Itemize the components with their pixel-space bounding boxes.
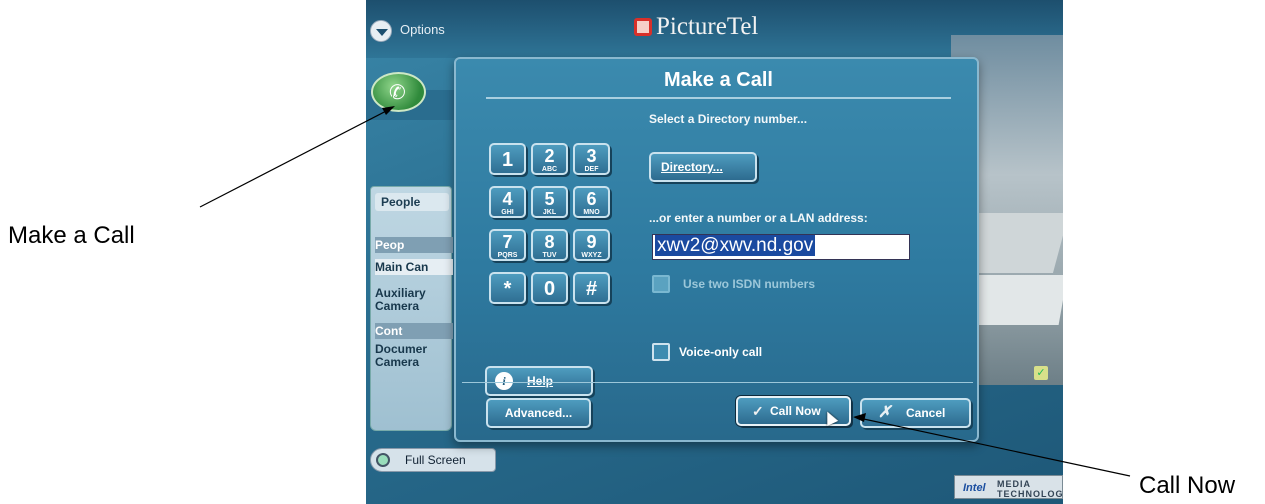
intel-logo-text: Intel: [963, 482, 986, 494]
keypad-key-7[interactable]: 7 PQRS: [489, 229, 526, 261]
keypad-key-hash[interactable]: #: [573, 272, 610, 304]
check-icon: ✓: [1034, 366, 1048, 380]
dialog-title: Make a Call: [664, 69, 773, 91]
key-letters: JKL: [542, 209, 557, 216]
bottom-divider: [462, 382, 973, 383]
key-digit: 5: [544, 189, 555, 209]
keypad-key-4[interactable]: 4 GHI: [489, 186, 526, 218]
directory-button-label: Directory...: [661, 160, 723, 174]
title-divider: [486, 97, 951, 99]
conference-table-image-2: [966, 275, 1063, 325]
use-two-isdn-label: Use two ISDN numbers: [683, 277, 816, 291]
picturetel-logo-icon: [634, 18, 652, 36]
options-menu-label[interactable]: Options: [400, 22, 445, 37]
key-digit: #: [585, 278, 598, 300]
keypad-key-5[interactable]: 5 JKL: [531, 186, 568, 218]
auxiliary-camera-item[interactable]: Auxiliary Camera: [375, 287, 435, 313]
key-digit: 3: [586, 146, 597, 166]
key-digit: 8: [544, 232, 555, 252]
key-letters: PQRS: [497, 252, 518, 259]
advanced-button[interactable]: Advanced...: [486, 398, 591, 428]
voice-only-checkbox[interactable]: [652, 343, 670, 361]
key-digit: 6: [586, 189, 597, 209]
key-digit: 9: [586, 232, 597, 252]
key-digit: 7: [502, 232, 513, 252]
annotation-make-a-call: Make a Call: [8, 222, 135, 249]
address-prompt: ...or enter a number or a LAN address:: [649, 211, 868, 225]
annotation-call-now: Call Now: [1139, 472, 1236, 499]
cancel-button[interactable]: ✗ Cancel: [860, 398, 971, 428]
key-letters: DEF: [584, 166, 599, 173]
make-call-phone-icon[interactable]: ✆: [371, 72, 426, 112]
picturetel-screen: Options PictureTel ✓ ✆ People Peop Main …: [366, 0, 1063, 504]
address-input-value: xwv2@xwv.nd.gov: [655, 235, 816, 256]
use-two-isdn-checkbox[interactable]: [652, 275, 670, 293]
key-letters: MNO: [583, 209, 600, 216]
key-digit: 0: [543, 278, 556, 300]
help-button[interactable]: i Help: [485, 366, 593, 396]
radio-icon: [376, 453, 390, 467]
keypad-key-star[interactable]: *: [489, 272, 526, 304]
document-camera-item[interactable]: Documer Camera: [375, 343, 435, 369]
keypad-key-0[interactable]: 0: [531, 272, 568, 304]
key-letters: ABC: [541, 166, 558, 173]
x-icon: ✗: [878, 404, 892, 421]
key-letters: GHI: [501, 209, 514, 216]
full-screen-button[interactable]: Full Screen: [370, 448, 496, 472]
people-panel: People Peop Main Can Auxiliary Camera Co…: [370, 186, 453, 431]
key-digit: *: [503, 278, 512, 300]
intel-media-badge: Intel MEDIA TECHNOLOGY: [954, 475, 1063, 499]
keypad-key-9[interactable]: 9 WXYZ: [573, 229, 610, 261]
people-section-header[interactable]: Peop: [375, 237, 453, 253]
picturetel-logo: PictureTel: [634, 12, 758, 42]
key-digit: 2: [544, 146, 555, 166]
directory-prompt: Select a Directory number...: [649, 112, 808, 126]
directory-button[interactable]: Directory...: [649, 152, 757, 182]
address-input[interactable]: xwv2@xwv.nd.gov: [652, 234, 910, 260]
info-icon: i: [495, 372, 513, 390]
content-section-header[interactable]: Cont: [375, 323, 453, 339]
key-letters: TUV: [542, 252, 557, 259]
keypad-key-6[interactable]: 6 MNO: [573, 186, 610, 218]
intel-badge-text: MEDIA TECHNOLOGY: [997, 479, 1063, 499]
make-a-call-dialog: Make a Call Select a Directory number...…: [454, 57, 979, 442]
key-digit: 1: [501, 149, 514, 171]
main-camera-item[interactable]: Main Can: [375, 259, 453, 275]
voice-only-label: Voice-only call: [679, 345, 763, 359]
full-screen-label: Full Screen: [405, 453, 466, 467]
key-letters: WXYZ: [581, 252, 602, 259]
cancel-label: Cancel: [906, 406, 946, 420]
keypad-key-3[interactable]: 3 DEF: [573, 143, 610, 175]
keypad-key-2[interactable]: 2 ABC: [531, 143, 568, 175]
tab-people[interactable]: People: [375, 193, 449, 211]
logo-text: PictureTel: [656, 13, 759, 40]
checkmark-icon: ✓: [752, 403, 764, 419]
keypad-key-1[interactable]: 1: [489, 143, 526, 175]
call-now-label: Call Now: [770, 404, 821, 418]
options-dropdown-icon[interactable]: [370, 20, 392, 42]
key-digit: 4: [502, 189, 513, 209]
help-button-label: Help: [527, 374, 554, 388]
keypad-key-8[interactable]: 8 TUV: [531, 229, 568, 261]
